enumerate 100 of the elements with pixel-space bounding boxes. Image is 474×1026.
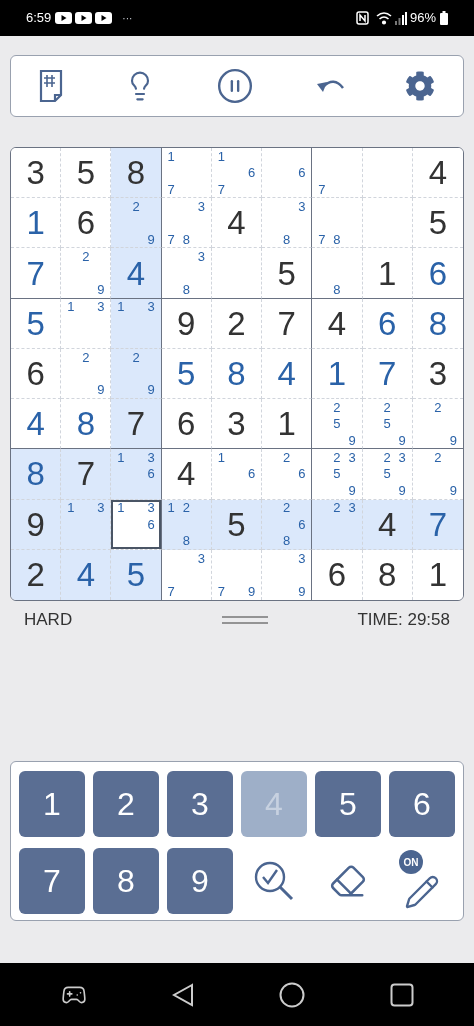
sudoku-cell[interactable]	[211, 248, 263, 299]
sudoku-cell[interactable]: 4	[211, 198, 263, 249]
pencil-note: 3	[397, 449, 407, 466]
sudoku-cell[interactable]: 7	[11, 248, 62, 299]
sudoku-cell[interactable]: 9	[11, 499, 62, 550]
sudoku-cell[interactable]: 2 3	[312, 499, 363, 550]
undo-icon[interactable]	[314, 78, 345, 94]
number-key[interactable]: 2	[93, 771, 159, 837]
sudoku-cell[interactable]: 3	[11, 148, 62, 199]
sudoku-cell[interactable]: 2 9	[61, 348, 112, 400]
sudoku-cell[interactable]: 5	[211, 499, 263, 550]
sudoku-cell[interactable]: 7	[362, 348, 413, 400]
pencil-note: 9	[397, 482, 407, 499]
sudoku-cell[interactable]: 5	[161, 348, 212, 400]
sudoku-cell[interactable]: 7	[111, 399, 162, 450]
sudoku-cell[interactable]: 1	[262, 399, 313, 450]
settings-icon[interactable]	[405, 71, 435, 101]
sudoku-cell[interactable]: 4	[412, 148, 463, 199]
video-app-icon	[75, 12, 93, 24]
number-key[interactable]: 8	[93, 848, 159, 914]
number-key[interactable]: 7	[19, 848, 85, 914]
sudoku-cell[interactable]: 2 9	[61, 248, 112, 299]
home-icon[interactable]	[278, 981, 305, 1008]
sudoku-cell[interactable]: 2 3 5 9	[312, 449, 363, 500]
pencil-note: 3	[146, 298, 156, 316]
sudoku-cell[interactable]: 5	[262, 248, 313, 299]
sudoku-cell[interactable]: 6	[362, 298, 413, 349]
sudoku-cell[interactable]: 2 3 5 9	[362, 449, 413, 500]
sudoku-cell[interactable]: 7	[61, 449, 112, 500]
sudoku-cell[interactable]: 2 5 9	[362, 399, 413, 450]
sudoku-cell[interactable]: 1 2 8	[161, 499, 212, 550]
number-key[interactable]: 3	[167, 771, 233, 837]
sudoku-cell[interactable]: 1 6 7	[211, 148, 263, 199]
sudoku-cell[interactable]: 6	[161, 399, 212, 450]
pencil-note: 9	[146, 231, 156, 248]
sudoku-cell[interactable]: 8	[11, 449, 62, 500]
sudoku-cell[interactable]: 8	[312, 248, 363, 299]
sudoku-cell[interactable]: 1	[11, 198, 62, 249]
sudoku-cell[interactable]: 3 8	[161, 248, 212, 299]
number-key[interactable]: 9	[167, 848, 233, 914]
sudoku-cell[interactable]: 9	[161, 298, 212, 349]
sudoku-cell[interactable]: 5	[11, 298, 62, 349]
sudoku-cell[interactable]: 4	[362, 499, 413, 550]
pencil-note: 7	[166, 231, 176, 248]
pencil-note: 6	[246, 164, 257, 181]
sudoku-cell[interactable]: 8	[61, 399, 112, 450]
pencil-note: 7	[166, 583, 176, 600]
sudoku-cell[interactable]: 2 6 8	[262, 499, 313, 550]
check-magnifier-icon[interactable]	[252, 859, 296, 903]
sudoku-cell[interactable]: 3	[211, 399, 263, 450]
sudoku-cell[interactable]: 4	[111, 248, 162, 299]
sudoku-cell[interactable]: 3 8	[262, 198, 313, 249]
sudoku-cell[interactable]: 2 6	[262, 449, 313, 500]
sudoku-cell[interactable]: 4	[11, 399, 62, 450]
pencil-note: 1	[116, 499, 126, 516]
sudoku-cell[interactable]: 4	[61, 549, 112, 600]
back-icon[interactable]	[171, 982, 194, 1007]
sudoku-cell[interactable]: 1 3	[61, 499, 112, 550]
sudoku-cell[interactable]: 1	[362, 248, 413, 299]
sudoku-cell[interactable]: 1 6	[211, 449, 263, 500]
sudoku-cell[interactable]: 7 8	[312, 198, 363, 249]
pencil-note: 3	[196, 248, 206, 265]
pencil-note: 1	[166, 499, 176, 516]
sudoku-cell[interactable]: 1 7	[161, 148, 212, 199]
sudoku-cell[interactable]: 1 3	[61, 298, 112, 349]
sudoku-cell[interactable]: 4	[312, 298, 363, 349]
sudoku-cell[interactable]: 1 3 6	[111, 499, 162, 550]
sudoku-cell[interactable]: 2 9	[111, 348, 162, 400]
drag-handle-icon[interactable]	[221, 615, 268, 624]
recent-apps-icon[interactable]	[389, 982, 414, 1007]
sudoku-cell[interactable]	[362, 198, 413, 249]
sudoku-cell[interactable]: 5	[111, 549, 162, 600]
sudoku-cell[interactable]: 7	[262, 298, 313, 349]
sudoku-cell[interactable]: 3 7 8	[161, 198, 212, 249]
sudoku-cell[interactable]: 4	[161, 449, 212, 500]
number-key[interactable]: 1	[19, 771, 85, 837]
pencil-note: 9	[347, 431, 357, 449]
pencil-icon[interactable]	[404, 874, 440, 910]
sudoku-cell[interactable]: 7	[312, 148, 363, 199]
sudoku-cell[interactable]: 6	[61, 198, 112, 249]
sudoku-cell[interactable]: 6	[11, 348, 62, 400]
sudoku-cell[interactable]: 7	[412, 499, 463, 550]
sudoku-cell[interactable]: 4	[262, 348, 313, 400]
number-key[interactable]: 5	[315, 771, 381, 837]
sudoku-cell[interactable]: 2 5 9	[312, 399, 363, 450]
sudoku-cell[interactable]: 6	[262, 148, 313, 199]
grid-sheet-icon[interactable]	[39, 69, 63, 103]
sudoku-cell[interactable]: 1 3	[111, 298, 162, 349]
sudoku-cell[interactable]: 1	[312, 348, 363, 400]
pencil-note: 1	[216, 148, 227, 165]
sudoku-cell[interactable]: 8	[211, 348, 263, 400]
number-key[interactable]: 6	[389, 771, 455, 837]
sudoku-cell[interactable]: 1 3 6	[111, 449, 162, 500]
sudoku-cell[interactable]	[362, 148, 413, 199]
sudoku-cell[interactable]: 2	[11, 549, 62, 600]
pause-icon[interactable]	[216, 67, 254, 105]
sudoku-cell[interactable]: 5	[61, 148, 112, 199]
sudoku-cell[interactable]: 2	[211, 298, 263, 349]
sudoku-cell[interactable]: 8	[111, 148, 162, 199]
sudoku-cell[interactable]: 2 9	[111, 198, 162, 249]
